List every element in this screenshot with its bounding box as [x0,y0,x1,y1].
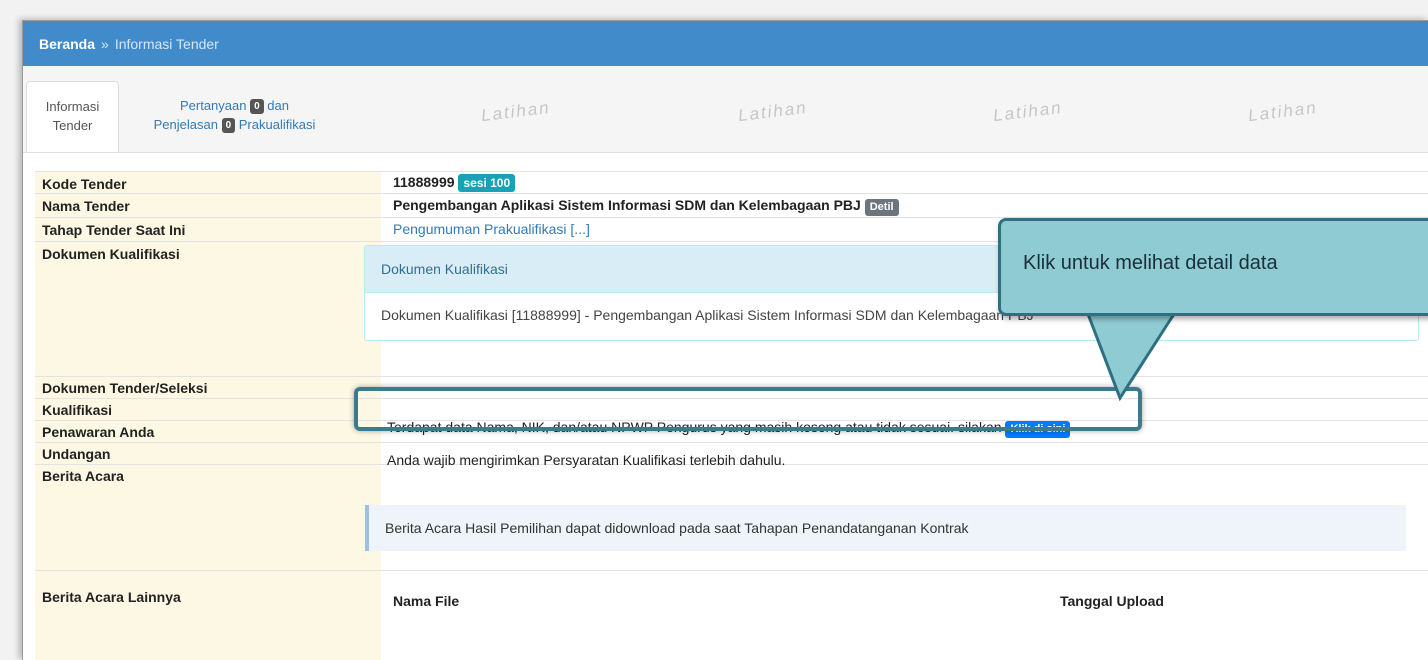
tab-label-dan: dan [267,98,289,113]
watermark-text: Latihan [992,97,1064,126]
berita-acara-alert: Berita Acara Hasil Pemilihan dapat didow… [365,505,1406,551]
penawaran-text: Anda wajib mengirimkan Persyaratan Kuali… [387,452,786,468]
label-undangan: Undangan [35,443,381,465]
label-berita-acara: Berita Acara [35,465,381,571]
row-kode-tender: Kode Tender 11888999 sesi 100 [35,171,1428,194]
watermark-text: Latihan [1247,97,1319,126]
callout-tooltip: Klik untuk melihat detail data [998,218,1428,316]
label-nama-tender: Nama Tender [35,194,381,218]
tab-label-line2: Tender [52,118,93,133]
tab-label-line1: Informasi [45,99,100,114]
tab-label-prakualifikasi: Prakualifikasi [238,117,316,132]
column-nama-file: Nama File [393,593,460,609]
row-berita-acara-lainnya: Berita Acara Lainnya Nama File Tanggal U… [35,570,1428,660]
breadcrumb-separator: » [101,35,109,52]
label-tahap-tender: Tahap Tender Saat Ini [35,218,381,242]
tab-pertanyaan-penjelasan[interactable]: Pertanyaan 0 dan Penjelasan 0 Prakualifi… [127,96,342,134]
breadcrumb-current: Informasi Tender [114,35,219,52]
tab-strip: Informasi Tender Pertanyaan 0 dan Penjel… [23,66,1428,153]
tab-label-pertanyaan: Pertanyaan [179,98,247,113]
watermark-text: Latihan [480,97,552,126]
label-dokumen-tender: Dokumen Tender/Seleksi [35,377,381,399]
breadcrumb-home[interactable]: Beranda [39,36,95,52]
label-dokumen-kualifikasi: Dokumen Kualifikasi [35,242,381,377]
callout-pointer [1086,312,1176,402]
tab-informasi-tender[interactable]: Informasi Tender [26,81,119,152]
value-kode-tender: 11888999 [393,174,455,190]
watermark-text: Latihan [737,97,809,126]
label-berita-acara-lainnya: Berita Acara Lainnya [35,571,381,660]
label-kode-tender: Kode Tender [35,172,381,194]
breadcrumb: Beranda » Informasi Tender [23,21,1428,66]
column-tanggal-upload: Tanggal Upload [1060,593,1164,609]
value-nama-tender: Pengembangan Aplikasi Sistem Informasi S… [393,197,861,213]
sesi-badge: sesi 100 [458,174,516,192]
label-penawaran: Penawaran Anda [35,421,381,443]
pertanyaan-count-badge: 0 [250,99,264,114]
penjelasan-count-badge: 0 [221,118,236,133]
label-kualifikasi: Kualifikasi [35,399,381,421]
tab-label-penjelasan: Penjelasan [153,117,218,132]
row-nama-tender: Nama Tender Pengembangan Aplikasi Sistem… [35,193,1428,218]
tahap-tender-link[interactable]: Pengumuman Prakualifikasi [...] [393,221,590,237]
detil-button[interactable]: Detil [864,199,899,216]
highlight-box [354,387,1142,431]
